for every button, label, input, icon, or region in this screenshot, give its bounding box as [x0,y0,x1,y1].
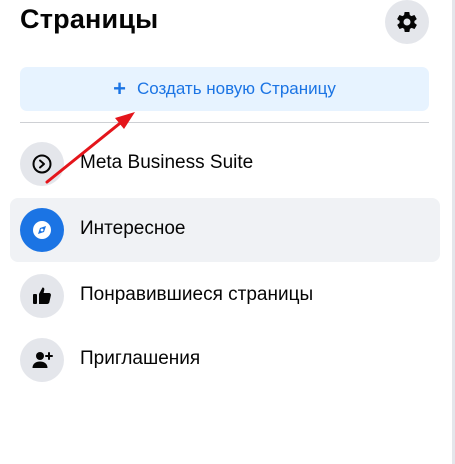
thumbs-up-icon [20,274,64,318]
nav-item-discover[interactable]: Интересное [10,198,440,262]
nav-item-label: Приглашения [80,348,201,369]
panel-header: Страницы [20,0,432,48]
divider [20,122,429,123]
nav-item-liked-pages[interactable]: Понравившиеся страницы [10,264,440,328]
create-page-label: Создать новую Страницу [136,79,336,98]
pages-panel: Страницы + Создать новую Страницу Meta B… [0,0,455,464]
add-person-icon [20,338,64,382]
settings-button[interactable] [385,0,429,44]
nav-item-label: Понравившиеся страницы [80,284,314,305]
gear-icon [397,11,417,33]
nav-item-label: Интересное [80,218,186,239]
nav-item-invitations[interactable]: Приглашения [10,328,440,392]
create-page-button[interactable]: + Создать новую Страницу [20,67,429,111]
page-title: Страницы [20,4,159,34]
nav-item-meta-business-suite[interactable]: Meta Business Suite [10,132,440,196]
compass-icon [20,208,64,252]
plus-icon: + [113,76,126,101]
meta-business-suite-icon [20,142,64,186]
nav-item-label: Meta Business Suite [80,152,254,173]
